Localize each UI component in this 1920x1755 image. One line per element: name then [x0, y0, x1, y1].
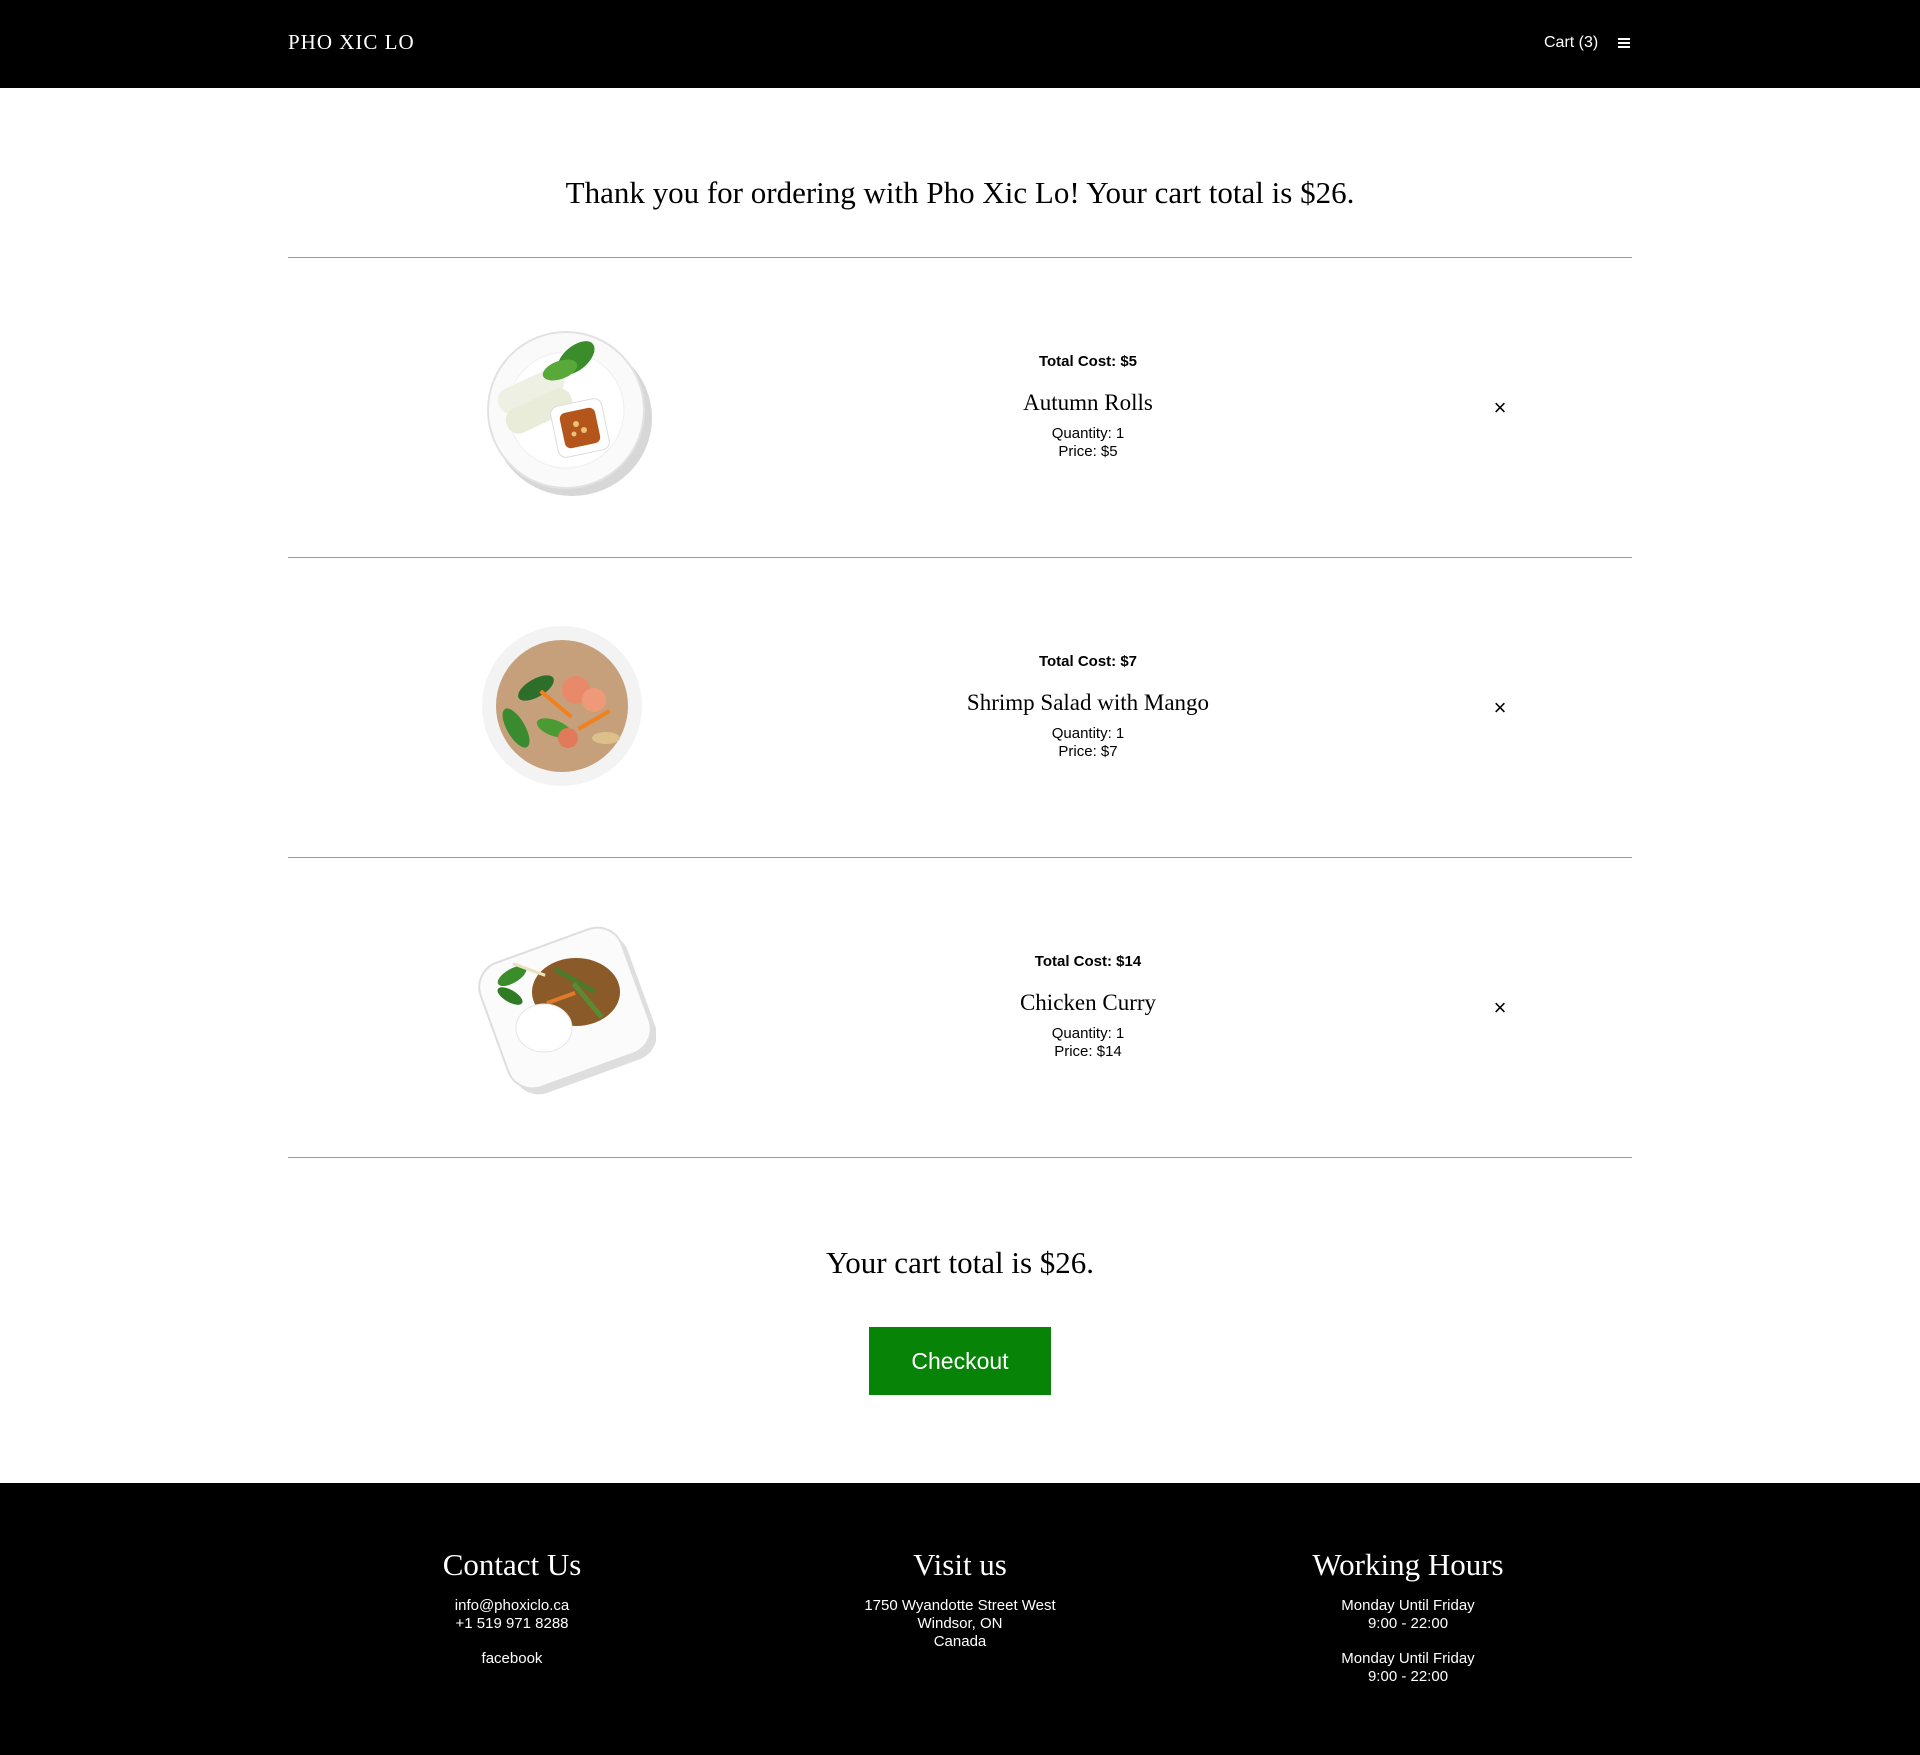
site-footer: Contact Us info@phoxiclo.ca +1 519 971 8… [0, 1483, 1920, 1755]
cart-item-info: Total Cost: $7 Shrimp Salad with Mango Q… [928, 653, 1248, 761]
item-quantity: Quantity: 1 [1051, 425, 1125, 442]
cart-item: Total Cost: $5 Autumn Rolls Quantity: 1 … [288, 258, 1632, 557]
visit-section: Visit us 1750 Wyandotte Street West Wind… [750, 1547, 1170, 1651]
working-hours-section: Working Hours Monday Until Friday 9:00 -… [1198, 1547, 1618, 1686]
visit-heading: Visit us [913, 1547, 1007, 1582]
item-price: Price: $7 [1058, 743, 1118, 760]
working-hours-heading: Working Hours [1312, 1547, 1504, 1582]
autumn-rolls-image [476, 318, 656, 498]
item-name: Autumn Rolls [1023, 390, 1153, 415]
hours-time: 9:00 - 22:00 [1367, 1615, 1449, 1632]
item-price: Price: $5 [1058, 443, 1118, 460]
hamburger-menu-icon[interactable] [1618, 38, 1632, 49]
item-quantity: Quantity: 1 [1051, 725, 1125, 742]
item-total-cost: Total Cost: $5 [1038, 353, 1138, 370]
item-quantity: Quantity: 1 [1051, 1025, 1125, 1042]
remove-item-close-icon[interactable]: × [1490, 397, 1510, 419]
item-price: Price: $14 [1054, 1043, 1122, 1060]
chicken-curry-image [476, 918, 656, 1098]
order-thank-you-heading: Thank you for ordering with Pho Xic Lo! … [565, 175, 1355, 210]
checkout-button[interactable]: Checkout [869, 1327, 1051, 1395]
item-name: Shrimp Salad with Mango [966, 690, 1210, 715]
item-total-cost: Total Cost: $14 [1034, 953, 1142, 970]
brand-logo-link[interactable]: PHO XIC LO [288, 30, 415, 55]
cart-link[interactable]: Cart (3) [1544, 34, 1598, 52]
hours-days: Monday Until Friday [1341, 1597, 1475, 1614]
hours-time: 9:00 - 22:00 [1367, 1668, 1449, 1685]
cart-item: Total Cost: $7 Shrimp Salad with Mango Q… [288, 558, 1632, 857]
facebook-link[interactable]: facebook [302, 1650, 722, 1668]
address-city: Windsor, ON [917, 1615, 1003, 1632]
cart-total-text: Your cart total is $26. [825, 1245, 1095, 1280]
contact-email-link[interactable]: info@phoxiclo.ca [302, 1597, 722, 1615]
address-country: Canada [933, 1633, 987, 1650]
hours-days: Monday Until Friday [1341, 1650, 1475, 1667]
contact-section: Contact Us info@phoxiclo.ca +1 519 971 8… [302, 1547, 722, 1668]
item-name: Chicken Curry [1019, 990, 1157, 1015]
contact-phone-link[interactable]: +1 519 971 8288 [302, 1615, 722, 1633]
remove-item-close-icon[interactable]: × [1490, 697, 1510, 719]
cart-item-info: Total Cost: $5 Autumn Rolls Quantity: 1 … [928, 353, 1248, 461]
shrimp-salad-image [476, 618, 656, 798]
remove-item-close-icon[interactable]: × [1490, 997, 1510, 1019]
cart-item-info: Total Cost: $14 Chicken Curry Quantity: … [928, 953, 1248, 1061]
item-total-cost: Total Cost: $7 [1038, 653, 1138, 670]
cart-item: Total Cost: $14 Chicken Curry Quantity: … [288, 858, 1632, 1157]
contact-heading: Contact Us [442, 1547, 582, 1582]
address-street: 1750 Wyandotte Street West [864, 1597, 1056, 1614]
divider [288, 1157, 1632, 1158]
top-navigation-bar: PHO XIC LO Cart (3) [0, 0, 1920, 88]
